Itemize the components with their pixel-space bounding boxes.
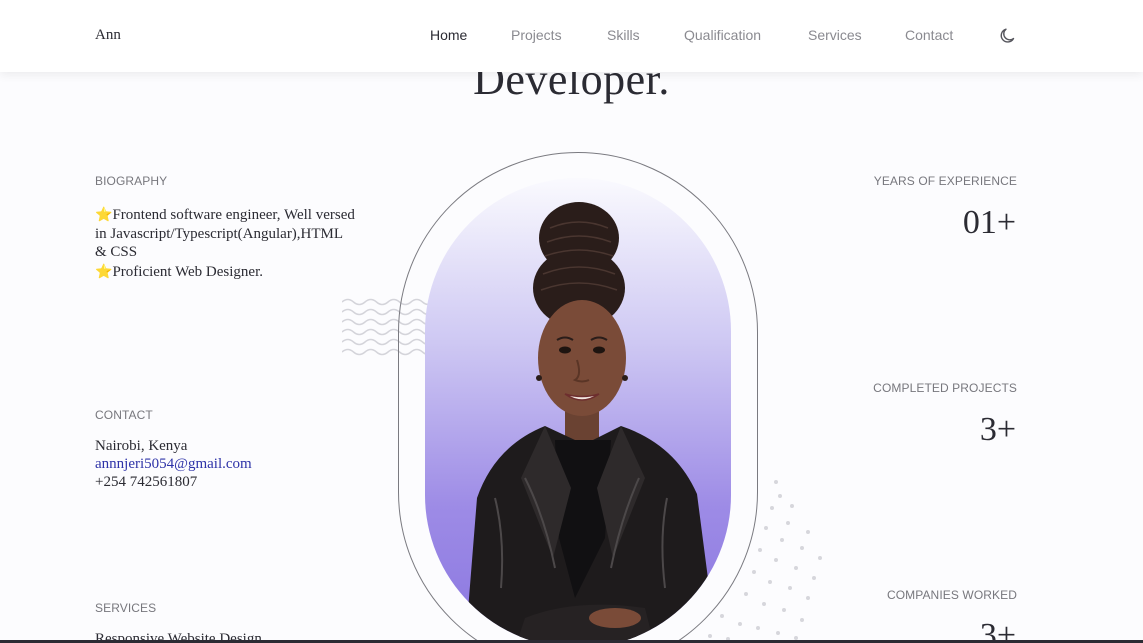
nav-projects[interactable]: Projects (511, 27, 562, 43)
biography-text: ⭐Frontend software engineer, Well versed… (95, 206, 357, 282)
stat-value-projects: 3+ (979, 411, 1016, 448)
nav-qualification[interactable]: Qualification (684, 27, 761, 43)
site-header: Ann Home Projects Skills Qualification S… (0, 0, 1143, 72)
services-label: SERVICES (95, 601, 157, 615)
profile-photo (425, 178, 731, 643)
nav-contact[interactable]: Contact (905, 27, 953, 43)
biography-label: BIOGRAPHY (95, 174, 168, 188)
moon-icon[interactable] (998, 26, 1018, 46)
page: Developer. Ann Home Projects Skills Qual… (0, 0, 1143, 643)
stat-value-years: 01+ (962, 204, 1016, 241)
logo[interactable]: Ann (95, 27, 121, 44)
star-icon: ⭐ (95, 208, 113, 223)
biography-item: ⭐Proficient Web Designer. (95, 264, 264, 280)
nav-home[interactable]: Home (430, 27, 467, 43)
stat-label-projects: COMPLETED PROJECTS (873, 381, 1017, 395)
nav-skills[interactable]: Skills (607, 27, 640, 43)
contact-label: CONTACT (95, 408, 153, 422)
contact-phone: +254 742561807 (95, 474, 198, 490)
contact-location: Nairobi, Kenya (95, 438, 188, 454)
contact-details: Nairobi, Kenya annnjeri5054@gmail.com +2… (95, 437, 252, 491)
stat-label-companies: COMPANIES WORKED (886, 588, 1017, 602)
person-illustration (465, 202, 717, 643)
star-icon: ⭐ (95, 265, 113, 280)
stat-label-years: YEARS OF EXPERIENCE (873, 174, 1017, 188)
nav-services[interactable]: Services (808, 27, 862, 43)
biography-item: ⭐Frontend software engineer, Well versed… (95, 207, 355, 260)
contact-email-link[interactable]: annnjeri5054@gmail.com (95, 456, 252, 472)
